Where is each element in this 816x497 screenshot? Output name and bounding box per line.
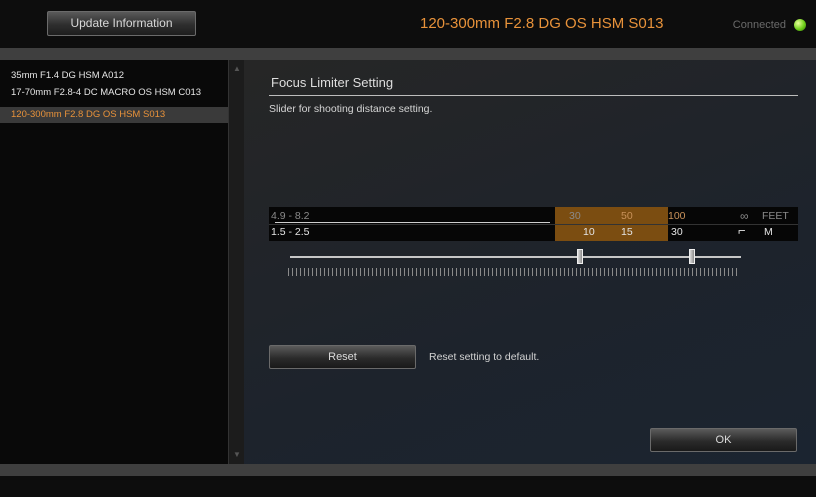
section-description: Slider for shooting distance setting.	[269, 103, 433, 115]
lens-list-scrollbar[interactable]: ▲ ▼	[228, 60, 244, 464]
connection-status: Connected	[732, 19, 786, 31]
reset-description: Reset setting to default.	[429, 351, 540, 363]
corner-mark-icon: ⌐	[738, 223, 746, 238]
bottom-divider	[0, 464, 816, 476]
top-bar: Update Information 120-300mm F2.8 DG OS …	[0, 0, 816, 48]
section-divider	[269, 95, 798, 96]
feet-tick: 30	[569, 210, 581, 222]
connected-indicator-icon	[794, 19, 806, 31]
meter-tick: 30	[671, 226, 683, 238]
meter-unit: M	[764, 226, 773, 238]
footer-bar	[0, 476, 816, 497]
lens-list: 35mm F1.4 DG HSM A012 17-70mm F2.8-4 DC …	[0, 60, 228, 464]
lens-item[interactable]: 17-70mm F2.8-4 DC MACRO OS HSM C013	[0, 85, 228, 101]
scroll-up-icon[interactable]: ▲	[232, 64, 242, 74]
section-title: Focus Limiter Setting	[271, 75, 394, 90]
scroll-down-icon[interactable]: ▼	[232, 450, 242, 460]
infinity-icon: ∞	[740, 209, 749, 223]
main-panel: Focus Limiter Setting Slider for shootin…	[244, 60, 816, 464]
update-information-button[interactable]: Update Information	[47, 11, 196, 36]
feet-tick: 50	[621, 210, 633, 222]
reset-button[interactable]: Reset	[269, 345, 416, 369]
focus-limiter-slider-track[interactable]	[290, 256, 741, 258]
max-distance-slider-handle[interactable]	[689, 249, 695, 264]
meter-tick: 15	[621, 226, 633, 238]
lens-title: 120-300mm F2.8 DG OS HSM S013	[420, 15, 664, 32]
ok-button[interactable]: OK	[650, 428, 797, 452]
min-distance-slider-handle[interactable]	[577, 249, 583, 264]
meter-tick: 10	[583, 226, 595, 238]
top-divider	[0, 48, 816, 60]
lens-item[interactable]: 35mm F1.4 DG HSM A012	[0, 68, 228, 84]
scale-min-line	[275, 222, 550, 223]
feet-tick: 100	[668, 210, 686, 222]
slider-tick-marks	[288, 268, 740, 276]
lens-item-selected[interactable]: 120-300mm F2.8 DG OS HSM S013	[0, 107, 228, 123]
scale-midline	[269, 224, 798, 225]
meter-min-range: 1.5 - 2.5	[271, 226, 310, 238]
feet-min-range: 4.9 - 8.2	[271, 210, 310, 222]
feet-unit: FEET	[762, 210, 789, 222]
